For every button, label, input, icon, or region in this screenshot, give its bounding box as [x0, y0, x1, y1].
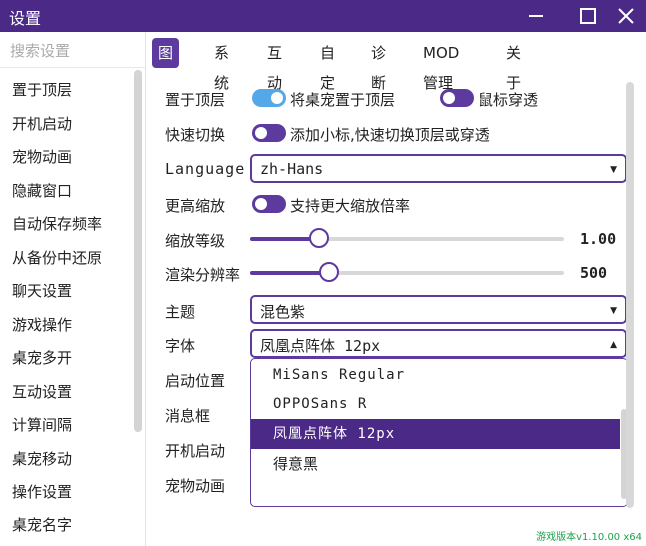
close-button[interactable]: [604, 0, 646, 32]
sidebar-item-topmost[interactable]: 置于顶层: [12, 79, 72, 100]
font-option-fusion-pixel[interactable]: 凤凰点阵体 12px: [251, 419, 620, 449]
topmost-toggle[interactable]: [252, 89, 286, 107]
chevron-down-icon: ▼: [610, 165, 617, 175]
higher-zoom-toggle[interactable]: [252, 195, 286, 213]
mouse-through-toggle-text: 鼠标穿透: [478, 91, 539, 109]
main-scrollbar[interactable]: [626, 82, 634, 508]
tab-about[interactable]: 关于: [506, 38, 521, 92]
language-label: Language: [165, 160, 246, 178]
slider-fill: [250, 271, 329, 275]
theme-select[interactable]: 混色紫 ▼: [250, 295, 627, 324]
zoom-level-slider[interactable]: [250, 228, 564, 248]
minimize-icon: [529, 15, 543, 17]
pet-animation-label: 宠物动画: [165, 477, 226, 495]
chevron-down-icon: ▼: [610, 306, 617, 316]
toggle-knob: [255, 198, 267, 210]
search-box[interactable]: [0, 32, 145, 68]
startup-position-label: 启动位置: [165, 372, 226, 390]
slider-thumb[interactable]: [319, 262, 339, 282]
quick-switch-toggle[interactable]: [252, 124, 286, 142]
close-icon: [618, 8, 634, 24]
window-title: 设置: [9, 9, 42, 28]
font-option-misans[interactable]: MiSans Regular: [251, 360, 620, 390]
quick-switch-label: 快速切换: [165, 126, 226, 144]
theme-label: 主题: [165, 303, 196, 321]
tab-system[interactable]: 系统: [214, 38, 229, 92]
zoom-level-label: 缩放等级: [165, 232, 226, 250]
sidebar-item-operation[interactable]: 操作设置: [12, 481, 72, 502]
sidebar-item-restore-backup[interactable]: 从备份中还原: [12, 247, 102, 268]
higher-zoom-label: 更高缩放: [165, 197, 226, 215]
sidebar-item-game-ops[interactable]: 游戏操作: [12, 314, 72, 335]
zoom-level-value: 1.00: [580, 230, 617, 248]
tab-diagnostics[interactable]: 诊断: [371, 38, 386, 92]
version-label: 游戏版本v1.10.00 x64: [536, 532, 642, 543]
render-resolution-slider[interactable]: [250, 262, 564, 282]
language-select[interactable]: zh-Hans ▼: [250, 154, 627, 183]
tab-graphics[interactable]: 图形: [152, 38, 180, 92]
maximize-icon: [580, 8, 596, 24]
theme-value: 混色紫: [260, 303, 306, 321]
sidebar-item-multi-open[interactable]: 桌宠多开: [12, 347, 72, 368]
sidebar-item-calc-interval[interactable]: 计算间隔: [12, 414, 72, 435]
toggle-knob: [443, 92, 455, 104]
title-bar: 设置: [0, 0, 646, 32]
topmost-toggle-text: 将桌宠置于顶层: [290, 91, 396, 109]
font-option-opposans[interactable]: OPPOSans R: [251, 389, 620, 419]
tab-interaction[interactable]: 互动: [267, 38, 282, 92]
boot-start-label: 开机启动: [165, 442, 226, 460]
higher-zoom-toggle-text: 支持更大缩放倍率: [290, 197, 411, 215]
sidebar-item-pet-name[interactable]: 桌宠名字: [12, 514, 72, 535]
sidebar-item-pet-move[interactable]: 桌宠移动: [12, 448, 72, 469]
minimize-button[interactable]: [514, 0, 558, 32]
quick-switch-toggle-text: 添加小标,快速切换顶层或穿透: [290, 126, 490, 144]
font-select[interactable]: 凤凰点阵体 12px ▲: [250, 329, 627, 358]
sidebar-item-autosave[interactable]: 自动保存频率: [12, 213, 102, 234]
font-option-deyihei[interactable]: 得意黑: [251, 449, 620, 479]
sidebar-item-pet-animation[interactable]: 宠物动画: [12, 146, 72, 167]
sidebar-item-interaction[interactable]: 互动设置: [12, 381, 72, 402]
topmost-label: 置于顶层: [165, 91, 226, 109]
search-input[interactable]: [10, 42, 130, 60]
render-resolution-label: 渲染分辨率: [165, 266, 241, 284]
sidebar: 置于顶层 开机启动 宠物动画 隐藏窗口 自动保存频率 从备份中还原 聊天设置 游…: [0, 32, 146, 546]
font-dropdown-list: MiSans Regular OPPOSans R 凤凰点阵体 12px 得意黑: [250, 358, 628, 507]
sidebar-item-boot-start[interactable]: 开机启动: [12, 113, 72, 134]
sidebar-item-hide-window[interactable]: 隐藏窗口: [12, 180, 72, 201]
slider-thumb[interactable]: [309, 228, 329, 248]
font-value: 凤凰点阵体 12px: [260, 337, 381, 355]
sidebar-item-chat[interactable]: 聊天设置: [12, 280, 72, 301]
render-resolution-value: 500: [580, 264, 608, 282]
message-box-label: 消息框: [165, 407, 211, 425]
tab-custom[interactable]: 自定: [320, 38, 335, 92]
tab-mod-management[interactable]: MOD管理: [423, 38, 459, 92]
toggle-knob: [271, 92, 283, 104]
toggle-knob: [255, 127, 267, 139]
language-value: zh-Hans: [260, 160, 324, 178]
chevron-up-icon: ▲: [610, 340, 617, 350]
mouse-through-toggle[interactable]: [440, 89, 474, 107]
font-label: 字体: [165, 337, 196, 355]
sidebar-scrollbar[interactable]: [134, 70, 142, 432]
